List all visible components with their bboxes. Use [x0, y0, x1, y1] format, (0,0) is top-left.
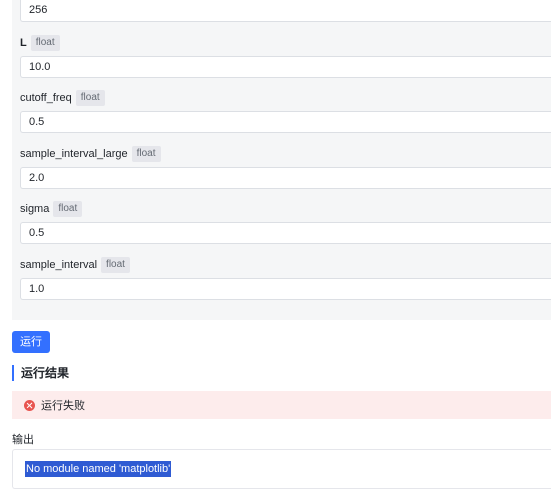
- type-badge: float: [53, 201, 83, 217]
- output-box: No module named 'matplotlib': [12, 449, 551, 489]
- param-name: sample_interval: [20, 259, 98, 271]
- params-panel: 256 L float 10.0 cutoff_freq float 0.5 s…: [12, 0, 551, 320]
- type-badge: float: [101, 257, 130, 273]
- run-button[interactable]: 运行: [12, 331, 50, 353]
- param-label-L: L float: [20, 34, 60, 52]
- param-name: sample_interval_large: [20, 148, 128, 160]
- error-icon: [24, 399, 35, 411]
- param-name: cutoff_freq: [20, 92, 72, 104]
- param-input-L[interactable]: 10.0: [20, 56, 551, 78]
- type-badge: float: [75, 90, 105, 106]
- param-name: L: [20, 37, 27, 49]
- output-text: No module named 'matplotlib': [25, 461, 172, 477]
- param-label-sample-interval-large: sample_interval_large float: [20, 145, 161, 163]
- error-text: 运行失败: [41, 400, 85, 412]
- param-label-sample-interval: sample_interval float: [20, 256, 130, 274]
- param-name: sigma: [20, 203, 50, 215]
- param-label-cutoff-freq: cutoff_freq float: [20, 89, 105, 107]
- type-badge: float: [30, 35, 60, 51]
- param-input-sample-interval[interactable]: 1.0: [20, 278, 551, 300]
- output-label: 输出: [12, 434, 34, 446]
- param-input-n[interactable]: 256: [20, 0, 551, 22]
- result-section-title: 运行结果: [12, 365, 69, 381]
- type-badge: float: [131, 146, 161, 162]
- param-label-sigma: sigma float: [20, 200, 83, 218]
- error-alert: 运行失败: [12, 391, 551, 419]
- param-input-cutoff-freq[interactable]: 0.5: [20, 111, 551, 133]
- param-input-sigma[interactable]: 0.5: [20, 222, 551, 244]
- param-input-sample-interval-large[interactable]: 2.0: [20, 167, 551, 189]
